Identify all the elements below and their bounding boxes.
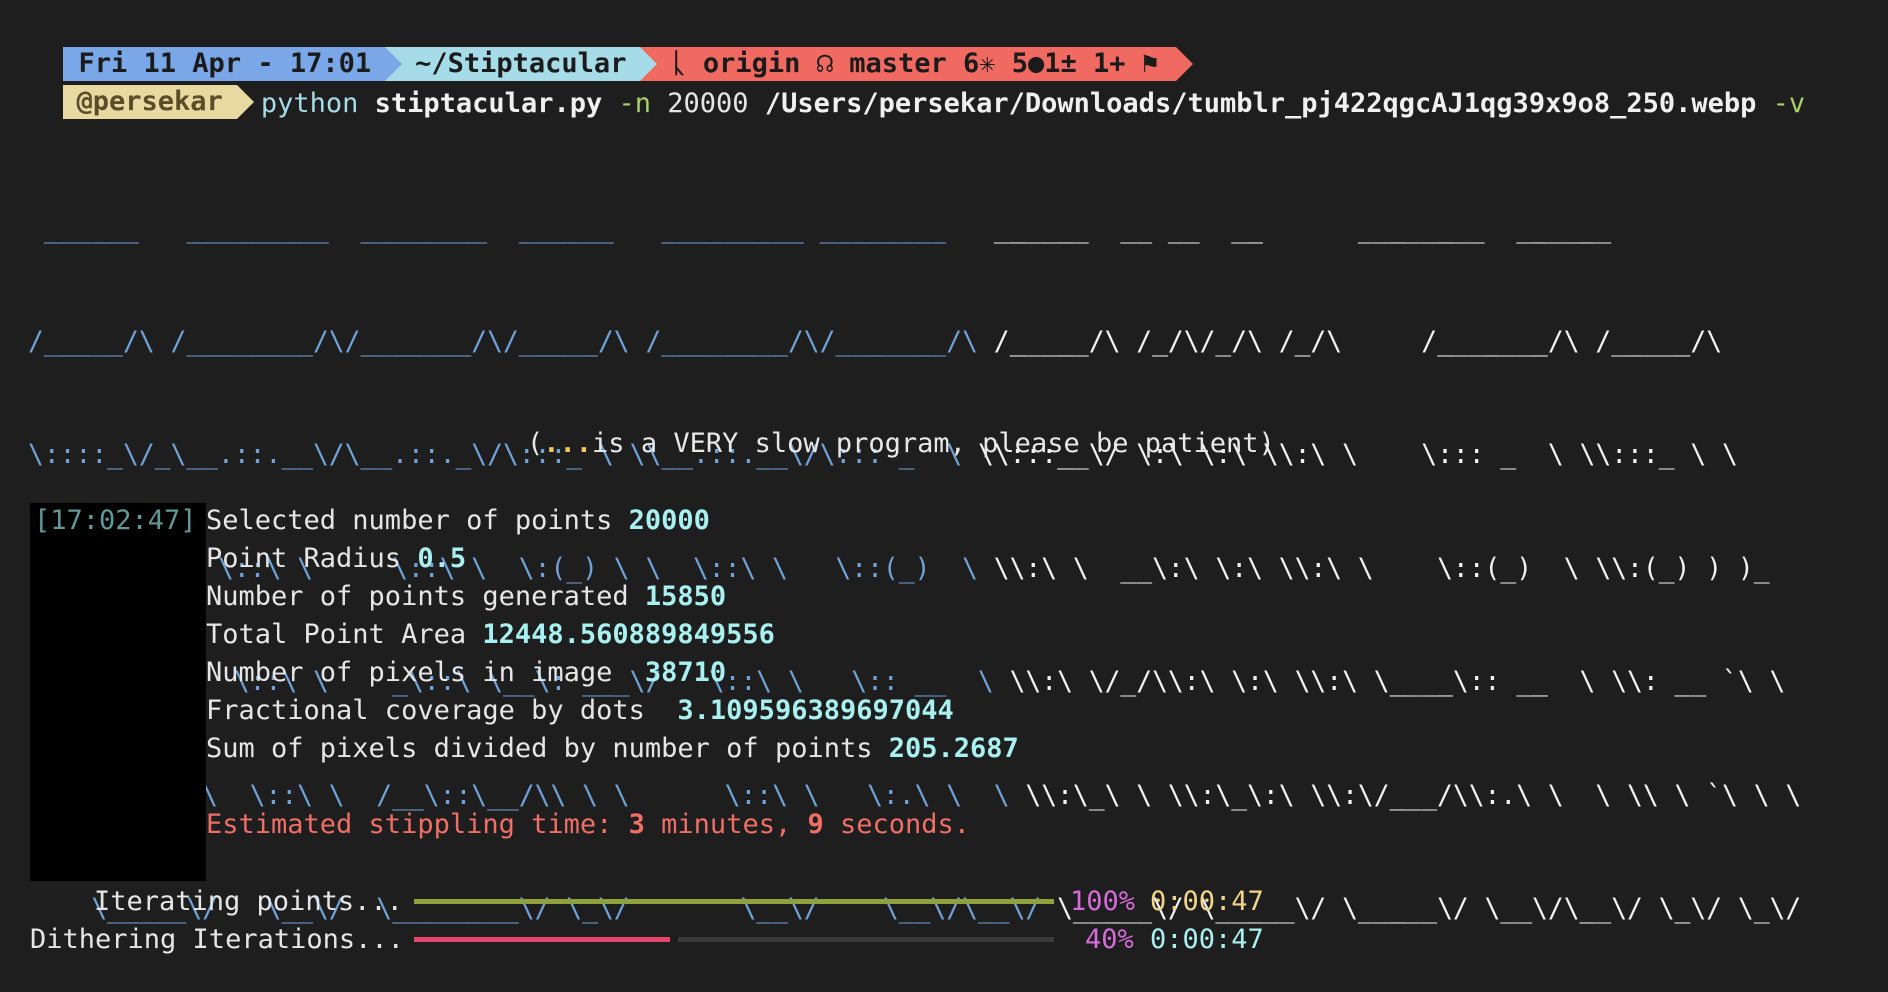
log-label: Point Radius — [206, 543, 418, 574]
progress-bar-fill — [414, 899, 1054, 904]
progress-label: Dithering Iterations... — [30, 924, 404, 955]
prompt-bar: Fri 11 Apr - 17:01 ~/Stiptacular ᚳ origin … — [30, 9, 1194, 81]
command-line[interactable]: @persekar python stiptacular.py -n 20000 … — [30, 47, 1805, 119]
log-label: Number of points generated — [206, 581, 645, 612]
progress-bar-fill — [414, 937, 670, 942]
log-timestamp: [17:02:47] — [34, 505, 197, 536]
segment-arrow — [1176, 47, 1194, 81]
ascii-segment-white: ______ __ __ __ ________ ______ — [977, 213, 1612, 244]
log-value: 12448.560889849556 — [482, 619, 775, 650]
progress-elapsed: 0:00:47 — [1150, 924, 1264, 955]
log-line: Number of points generated 15850 — [206, 578, 726, 616]
command-script: stiptacular.py — [374, 88, 603, 119]
progress-bar — [414, 937, 1054, 942]
user-text: @persekar — [76, 86, 223, 117]
ascii-line: ______ _________ ________ ______ _______… — [28, 211, 1801, 249]
segment-arrow — [640, 47, 658, 81]
log-label: Sum of pixels divided by number of point… — [206, 733, 889, 764]
ascii-segment-blue: /_____/\ /________/\/_______/\/_____/\ /… — [28, 326, 994, 357]
log-line: Number of pixels in image 38710 — [206, 654, 726, 692]
ascii-segment-white: \\:\ \ __\:\ \:\ \\:\ \ \::(_) \ \\:(_) … — [993, 553, 1770, 584]
estimate-minutes: 3 — [628, 809, 645, 840]
log-value: 0.5 — [417, 543, 467, 574]
progress-percent: 100% — [1070, 886, 1136, 917]
command-flag-v: -v — [1772, 88, 1806, 119]
estimate-seconds: 9 — [807, 809, 824, 840]
ascii-segment-white: /_____/\ /_/\/_/\ /_/\ /_______/\ /_____… — [993, 326, 1723, 357]
log-value: 20000 — [628, 505, 710, 536]
log-line: Selected number of points 20000 — [206, 502, 710, 540]
ascii-segment-white: \\:\_\ \ \\:\_\:\ \\:\/___/\\:.\ \ \ \\ … — [1025, 780, 1802, 811]
tagline-prefix: ( — [527, 428, 544, 459]
segment-arrow — [385, 47, 403, 81]
tagline: (...is a VERY slow program, please be pa… — [527, 425, 1275, 463]
progress-label: Iterating points... — [94, 886, 403, 917]
log-value: 15850 — [644, 581, 727, 612]
log-value: 38710 — [644, 657, 727, 688]
prompt-user: @persekar — [62, 85, 254, 119]
timestamp-column — [30, 503, 206, 881]
log-value: 205.2687 — [888, 733, 1019, 764]
command-path: /Users/persekar/Downloads/tumblr_pj422qg… — [764, 88, 1757, 119]
log-line: Sum of pixels divided by number of point… — [206, 730, 1019, 768]
log-line: Point Radius 0.5 — [206, 540, 466, 578]
progress-elapsed: 0:00:47 — [1150, 886, 1264, 917]
log-label: Selected number of points — [206, 505, 629, 536]
log-line: Fractional coverage by dots 3.1095963896… — [206, 692, 954, 730]
ascii-segment-blue: ______ _________ ________ ______ _______… — [28, 213, 978, 244]
estimate-prefix: Estimated stippling time: — [206, 809, 629, 840]
log-label: Total Point Area — [206, 619, 483, 650]
estimate-minutes-label: minutes, — [644, 809, 808, 840]
progress-bar — [414, 899, 1054, 904]
command-program: python — [260, 88, 359, 119]
progress-percent: 40% — [1085, 924, 1134, 955]
log-label: Number of pixels in image — [206, 657, 645, 688]
log-label: Fractional coverage by dots — [206, 695, 678, 726]
tagline-text: is a VERY slow program, please be patien… — [592, 428, 1275, 459]
segment-arrow — [236, 85, 254, 119]
command-n-value: 20000 — [667, 88, 749, 119]
estimate-line: Estimated stippling time: 3 minutes, 9 s… — [206, 806, 970, 844]
command-flag-n: -n — [618, 88, 651, 119]
ascii-segment-white: \\:\ \/_/\\:\ \:\ \\:\ \____\:: __ \ \\:… — [1009, 667, 1786, 698]
log-line: Total Point Area 12448.560889849556 — [206, 616, 775, 654]
ascii-line: /_____/\ /________/\/_______/\/_____/\ /… — [28, 324, 1801, 362]
estimate-seconds-label: seconds. — [823, 809, 971, 840]
tagline-dots: ... — [543, 428, 593, 459]
log-value: 3.109596389697044 — [677, 695, 954, 726]
